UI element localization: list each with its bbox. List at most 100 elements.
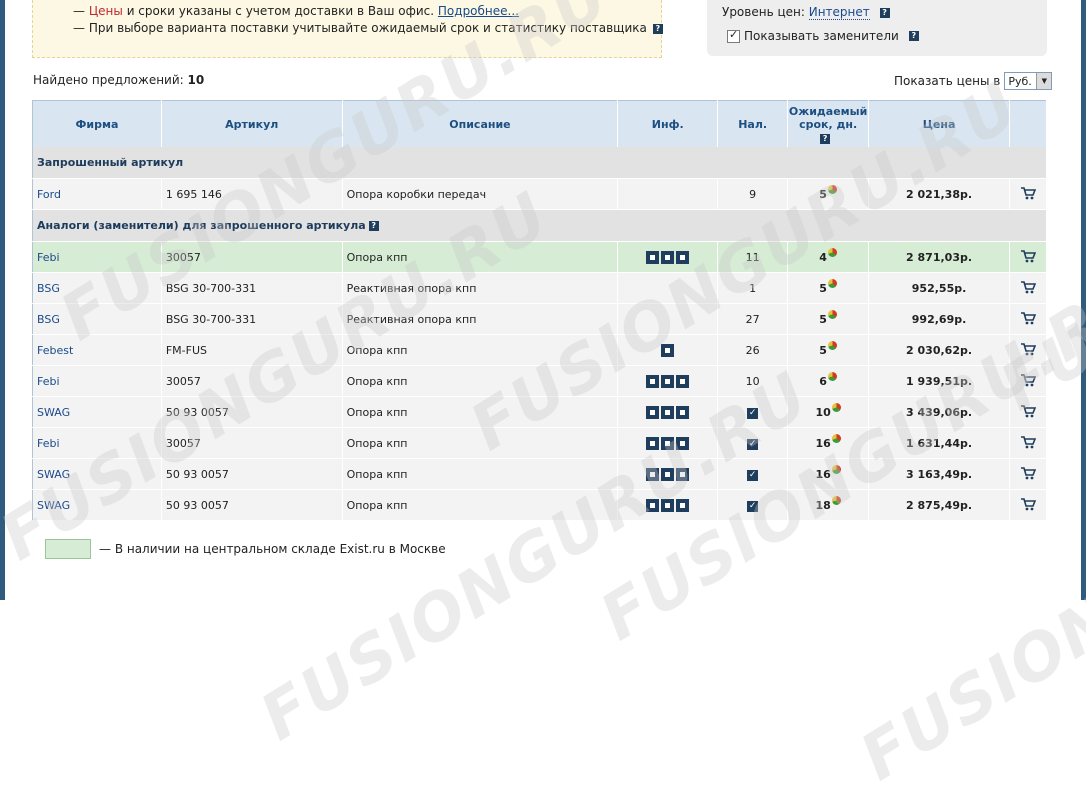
delivery-days: 5	[819, 281, 827, 295]
table-row: BSG BSG 30-700-331 Реактивная опора кпп 1 5 9…	[32, 272, 1048, 304]
supplier-stats-pie-icon[interactable]	[831, 464, 841, 474]
section-requested: Запрошенный артикул	[32, 147, 1047, 179]
column-header-delivery-days[interactable]: Ожидаемый срок, дн.?	[787, 100, 870, 147]
info-cell	[617, 241, 719, 273]
help-icon[interactable]: ?	[879, 7, 890, 18]
show-substitutes-label[interactable]: Показывать заменители	[744, 29, 899, 43]
supplier-stats-pie-icon[interactable]	[831, 495, 841, 505]
price: 2 021,38р.	[868, 178, 1010, 210]
add-to-cart-icon[interactable]	[1020, 373, 1037, 387]
help-icon[interactable]: ?	[652, 23, 663, 34]
info-icon[interactable]	[676, 499, 690, 512]
info-cell	[617, 365, 719, 397]
add-to-cart-icon[interactable]	[1020, 466, 1037, 480]
info-icon[interactable]	[676, 406, 690, 419]
help-icon[interactable]: ?	[368, 221, 379, 231]
supplier-stats-pie-icon[interactable]	[827, 184, 837, 194]
supplier-stats-pie-icon[interactable]	[827, 340, 837, 350]
column-header-description[interactable]: Описание	[342, 100, 619, 147]
more-info-link[interactable]: Подробнее...	[438, 4, 519, 18]
column-header-brand[interactable]: Фирма	[32, 100, 162, 147]
brand-link[interactable]: BSG	[32, 303, 162, 335]
stock-count: 10	[745, 374, 760, 388]
add-to-cart-icon[interactable]	[1020, 311, 1037, 325]
photo-icon[interactable]	[646, 406, 660, 419]
legend-text: — В наличии на центральном складе Exist.…	[99, 542, 446, 556]
cart-cell	[1009, 241, 1048, 273]
currency-select[interactable]: Руб. ▼	[1004, 72, 1053, 90]
document-icon[interactable]	[661, 251, 675, 264]
brand-link[interactable]: SWAG	[32, 396, 162, 428]
article-number: 1 695 146	[161, 178, 343, 210]
help-icon[interactable]: ?	[908, 31, 919, 41]
notice-supplier-text: — При выборе варианта поставки учитывайт…	[73, 21, 647, 35]
article-number: FM-FUS	[161, 334, 343, 366]
brand-link[interactable]: Ford	[32, 178, 162, 210]
currency-label: Показать цены в	[894, 74, 1001, 88]
show-substitutes-checkbox[interactable]	[727, 28, 740, 43]
article-number: 50 93 0057	[161, 489, 343, 521]
add-to-cart-icon[interactable]	[1020, 497, 1037, 511]
add-to-cart-icon[interactable]	[1020, 186, 1037, 200]
part-description: Опора кпп	[342, 365, 619, 397]
photo-icon[interactable]	[646, 251, 660, 264]
add-to-cart-icon[interactable]	[1020, 435, 1037, 449]
table-row: SWAG 50 93 0057 Опора кпп ✓ 10 3 439,06р.	[32, 396, 1048, 428]
info-icons	[646, 251, 690, 264]
supplier-stats-pie-icon[interactable]	[827, 371, 837, 381]
supplier-stats-pie-icon[interactable]	[831, 402, 841, 412]
document-icon[interactable]	[661, 437, 675, 450]
brand-link[interactable]: Febi	[32, 241, 162, 273]
info-cell	[617, 334, 719, 366]
supplier-stats-pie-icon[interactable]	[827, 278, 837, 288]
article-number: 30057	[161, 365, 343, 397]
info-icon[interactable]	[676, 437, 690, 450]
info-icon[interactable]	[676, 375, 690, 388]
chevron-down-icon[interactable]: ▼	[1036, 73, 1052, 89]
delivery-days-cell: 16	[787, 427, 870, 459]
document-icon[interactable]	[661, 375, 675, 388]
stock-cell: 1	[717, 272, 789, 304]
column-header-stock[interactable]: Нал.	[717, 100, 789, 147]
brand-link[interactable]: Febest	[32, 334, 162, 366]
stock-cell: 26	[717, 334, 789, 366]
table-header-row: Фирма Артикул Описание Инф. Нал. Ожидаем…	[32, 100, 1048, 147]
document-icon[interactable]	[661, 499, 675, 512]
supplier-stats-pie-icon[interactable]	[831, 433, 841, 443]
delivery-days: 6	[819, 374, 827, 388]
supplier-stats-pie-icon[interactable]	[827, 309, 837, 319]
price-level-link[interactable]: Интернет	[808, 5, 870, 20]
brand-link[interactable]: SWAG	[32, 458, 162, 490]
stock-cell: ✓	[717, 458, 789, 490]
stock-count: 1	[749, 281, 757, 295]
document-icon[interactable]	[661, 406, 675, 419]
add-to-cart-icon[interactable]	[1020, 404, 1037, 418]
brand-link[interactable]: BSG	[32, 272, 162, 304]
add-to-cart-icon[interactable]	[1020, 249, 1037, 263]
info-icon[interactable]	[676, 251, 690, 264]
photo-icon[interactable]	[661, 344, 675, 357]
add-to-cart-icon[interactable]	[1020, 280, 1037, 294]
document-icon[interactable]	[661, 468, 675, 481]
info-icon[interactable]	[676, 468, 690, 481]
delivery-days-cell: 5	[787, 272, 870, 304]
add-to-cart-icon[interactable]	[1020, 342, 1037, 356]
photo-icon[interactable]	[646, 437, 660, 450]
column-header-price[interactable]: Цена	[868, 100, 1010, 147]
help-icon[interactable]: ?	[820, 133, 831, 144]
cart-cell	[1009, 427, 1048, 459]
photo-icon[interactable]	[646, 499, 660, 512]
photo-icon[interactable]	[646, 468, 660, 481]
supplier-stats-pie-icon[interactable]	[827, 247, 837, 257]
photo-icon[interactable]	[646, 375, 660, 388]
offers-found-count: 10	[187, 73, 205, 87]
brand-link[interactable]: SWAG	[32, 489, 162, 521]
window-frame-left	[0, 0, 5, 600]
column-header-article[interactable]: Артикул	[161, 100, 343, 147]
notice-line-2: — При выборе варианта поставки учитывайт…	[73, 20, 663, 37]
brand-link[interactable]: Febi	[32, 427, 162, 459]
cart-cell	[1009, 489, 1048, 521]
stock-cell: 10	[717, 365, 789, 397]
price: 2 871,03р.	[868, 241, 1010, 273]
brand-link[interactable]: Febi	[32, 365, 162, 397]
